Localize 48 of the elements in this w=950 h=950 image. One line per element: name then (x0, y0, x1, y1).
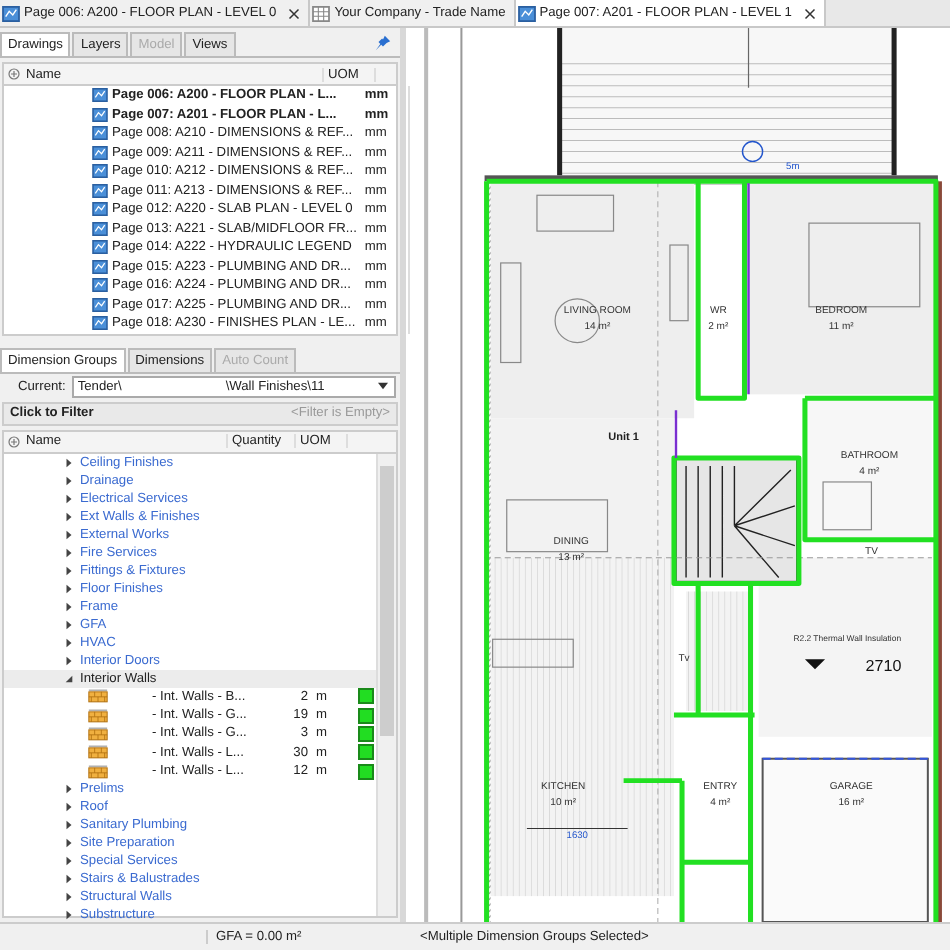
expand-icon[interactable] (64, 583, 74, 593)
expand-icon[interactable] (64, 655, 74, 665)
expand-icon[interactable] (64, 784, 74, 795)
close-icon[interactable] (803, 7, 816, 19)
pin-icon[interactable] (374, 33, 392, 51)
table-icon (312, 5, 331, 21)
expand-icon[interactable] (64, 637, 74, 647)
expand-icon[interactable] (64, 910, 74, 921)
close-icon[interactable] (288, 7, 301, 19)
expand-icon[interactable] (64, 565, 74, 575)
expand-icon[interactable] (64, 511, 74, 521)
expand-icon[interactable] (64, 547, 74, 557)
column-chooser-icon[interactable] (7, 435, 19, 447)
expand-icon[interactable] (64, 874, 74, 885)
expand-icon[interactable] (64, 493, 74, 503)
wall-icon (88, 744, 108, 761)
expand-icon[interactable] (64, 529, 74, 539)
scrollbar[interactable] (408, 86, 411, 333)
drawing-icon (92, 183, 108, 198)
drawing-icon (92, 145, 108, 160)
expand-icon[interactable] (64, 457, 74, 467)
drawing-icon (92, 259, 108, 274)
wall-icon (88, 707, 108, 724)
drawing-icon (517, 5, 536, 21)
expand-icon[interactable] (64, 838, 74, 849)
drawing-icon (92, 202, 108, 217)
drawing-icon (92, 164, 108, 179)
expand-icon[interactable] (64, 892, 74, 903)
wall-icon (88, 688, 108, 705)
dropdown-icon (378, 382, 388, 390)
expand-icon[interactable] (64, 601, 74, 611)
scrollbar[interactable] (376, 453, 396, 916)
expand-icon[interactable] (64, 820, 74, 831)
drawing-icon (2, 5, 20, 21)
expand-icon[interactable] (64, 619, 74, 629)
collapse-icon[interactable] (64, 673, 74, 683)
wall-icon (88, 763, 108, 780)
wall-icon (88, 725, 108, 742)
drawing-icon (92, 297, 108, 312)
drawing-icon (92, 126, 108, 141)
drawing-icon (92, 221, 108, 236)
drawing-icon (92, 107, 108, 122)
expand-icon[interactable] (64, 475, 74, 485)
drawing-icon (92, 278, 108, 293)
expand-icon[interactable] (64, 856, 74, 867)
expand-icon[interactable] (64, 802, 74, 813)
column-chooser-icon[interactable] (7, 68, 19, 80)
drawing-icon (92, 240, 108, 255)
